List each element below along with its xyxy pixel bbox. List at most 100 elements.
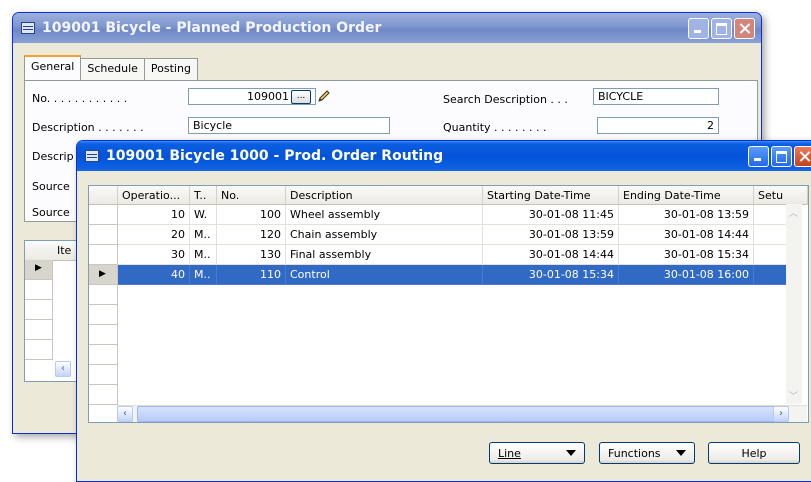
row-pointer-icon: ▶: [35, 263, 42, 273]
maximize-button[interactable]: [711, 18, 732, 39]
cell-starting-date-time[interactable]: 30-01-08 11:45: [483, 205, 619, 225]
row-selector[interactable]: [89, 385, 118, 405]
cell-no[interactable]: 130: [217, 245, 286, 265]
cell-description[interactable]: Final assembly: [286, 245, 483, 265]
cell-description[interactable]: Chain assembly: [286, 225, 483, 245]
back-window-title: 109001 Bicycle - Planned Production Orde…: [42, 20, 382, 36]
cell-setup[interactable]: [754, 225, 787, 245]
row-selector[interactable]: [89, 365, 118, 385]
help-button-label: Help: [741, 446, 767, 460]
row-selector[interactable]: [89, 205, 118, 225]
cell-description[interactable]: Wheel assembly: [286, 205, 483, 225]
cell-ending-date-time[interactable]: 30-01-08 13:59: [619, 205, 754, 225]
row-selector[interactable]: [89, 285, 118, 305]
quantity-label: Quantity . . . . . . . .: [443, 121, 547, 134]
corner-header: [89, 186, 118, 205]
tab-schedule[interactable]: Schedule: [80, 58, 145, 81]
back-window-titlebar[interactable]: 109001 Bicycle - Planned Production Orde…: [13, 13, 761, 43]
tab-posting[interactable]: Posting: [143, 58, 198, 81]
scroll-left-button[interactable]: ‹: [55, 361, 71, 377]
assist-button[interactable]: ...: [291, 90, 311, 104]
source-type-label: Source: [32, 180, 70, 193]
functions-button-label: Functions: [608, 446, 661, 460]
lines-header-item: Ite: [57, 244, 72, 257]
row-selector[interactable]: [25, 320, 53, 340]
cell-starting-date-time[interactable]: 30-01-08 13:59: [483, 225, 619, 245]
search-description-label: Search Description . . .: [443, 93, 568, 106]
minimize-button[interactable]: [748, 146, 769, 167]
cell-no[interactable]: 120: [217, 225, 286, 245]
scroll-right-button[interactable]: ›: [773, 406, 789, 422]
cell-type[interactable]: M..: [190, 265, 217, 285]
search-description-field[interactable]: BICYCLE: [593, 88, 719, 105]
col-operation-no[interactable]: Operatio...: [118, 186, 190, 205]
cell-setup[interactable]: [754, 205, 787, 225]
col-description[interactable]: Description: [286, 186, 483, 205]
row-selector[interactable]: ▶: [89, 265, 118, 285]
cell-operation-no[interactable]: 10: [118, 205, 190, 225]
help-button[interactable]: Help: [708, 442, 800, 464]
cell-ending-date-time[interactable]: 30-01-08 16:00: [619, 265, 754, 285]
cell-setup[interactable]: [754, 265, 787, 285]
col-no[interactable]: No.: [217, 186, 286, 205]
description-field[interactable]: Bicycle: [188, 117, 390, 134]
vertical-scrollbar[interactable]: ︿ ﹀: [786, 204, 802, 404]
row-selector[interactable]: [89, 245, 118, 265]
horizontal-scrollbar[interactable]: ‹ ›: [117, 405, 807, 422]
pencil-icon[interactable]: [316, 88, 332, 104]
cell-type[interactable]: M..: [190, 225, 217, 245]
line-button-label: Line: [498, 446, 521, 460]
no-label: No. . . . . . . . . . . .: [32, 92, 128, 105]
cell-operation-no[interactable]: 20: [118, 225, 190, 245]
cell-ending-date-time[interactable]: 30-01-08 14:44: [619, 225, 754, 245]
cell-type[interactable]: W.: [190, 205, 217, 225]
cell-no[interactable]: 100: [217, 205, 286, 225]
cell-operation-no[interactable]: 30: [118, 245, 190, 265]
close-button[interactable]: [734, 18, 755, 39]
close-button[interactable]: [794, 146, 811, 167]
cell-setup[interactable]: [754, 245, 787, 265]
cell-description[interactable]: Control: [286, 265, 483, 285]
cell-operation-no[interactable]: 40: [118, 265, 190, 285]
col-starting-date-time[interactable]: Starting Date-Time: [483, 186, 619, 205]
scrollbar-thumb[interactable]: [137, 406, 777, 422]
quantity-field[interactable]: 2: [597, 117, 719, 134]
col-type[interactable]: T..: [190, 186, 217, 205]
col-setup[interactable]: Setu: [754, 186, 808, 205]
minimize-button[interactable]: [688, 18, 709, 39]
chevron-down-icon: [676, 450, 686, 456]
col-ending-date-time[interactable]: Ending Date-Time: [619, 186, 754, 205]
routing-grid: Operatio... T.. No. Description Starting…: [88, 185, 809, 423]
cell-starting-date-time[interactable]: 30-01-08 15:34: [483, 265, 619, 285]
row-selector[interactable]: [25, 280, 53, 300]
cell-starting-date-time[interactable]: 30-01-08 14:44: [483, 245, 619, 265]
scroll-left-button[interactable]: ‹: [117, 406, 133, 422]
cell-type[interactable]: M..: [190, 245, 217, 265]
line-menu-button[interactable]: Line: [489, 442, 585, 464]
form-icon: [85, 150, 99, 162]
no-value: 109001: [247, 90, 289, 103]
row-pointer-icon: ▶: [99, 269, 106, 279]
row-selector[interactable]: [89, 305, 118, 325]
cell-no[interactable]: 110: [217, 265, 286, 285]
row-selector[interactable]: [25, 300, 53, 320]
functions-menu-button[interactable]: Functions: [599, 442, 695, 464]
cell-ending-date-time[interactable]: 30-01-08 15:34: [619, 245, 754, 265]
maximize-button[interactable]: [771, 146, 792, 167]
front-window-titlebar[interactable]: 109001 Bicycle 1000 - Prod. Order Routin…: [77, 141, 811, 171]
description2-label: Descrip: [32, 150, 74, 163]
form-icon: [21, 22, 35, 34]
front-window-title: 109001 Bicycle 1000 - Prod. Order Routin…: [106, 148, 444, 164]
description-label: Description . . . . . . .: [32, 121, 144, 134]
chevron-down-icon: [566, 450, 576, 456]
row-selector[interactable]: [89, 345, 118, 365]
scroll-down-arrow-icon[interactable]: ﹀: [789, 389, 798, 402]
scroll-up-arrow-icon[interactable]: ︿: [789, 206, 798, 219]
row-selector[interactable]: [89, 225, 118, 245]
row-selector[interactable]: [25, 340, 53, 360]
row-selector[interactable]: ▶: [25, 260, 53, 280]
row-selector[interactable]: [89, 325, 118, 345]
back-window-tabs: General Schedule Posting: [24, 55, 198, 82]
source-no-label: Source: [32, 206, 70, 219]
tab-general[interactable]: General: [24, 55, 82, 82]
